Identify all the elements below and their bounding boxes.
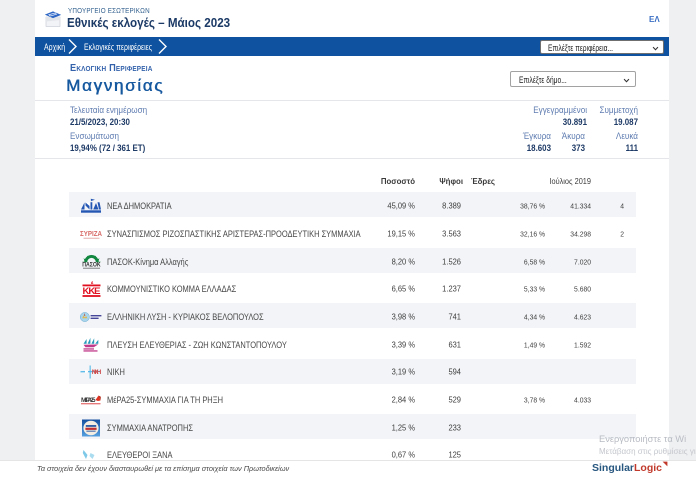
svg-text:ΜέΡΑ25: ΜέΡΑ25 (81, 397, 96, 404)
svg-text:ΝΙΚΗ: ΝΙΚΗ (92, 369, 102, 376)
svg-text:ΣΥΡΙΖΑ: ΣΥΡΙΖΑ (80, 229, 102, 238)
